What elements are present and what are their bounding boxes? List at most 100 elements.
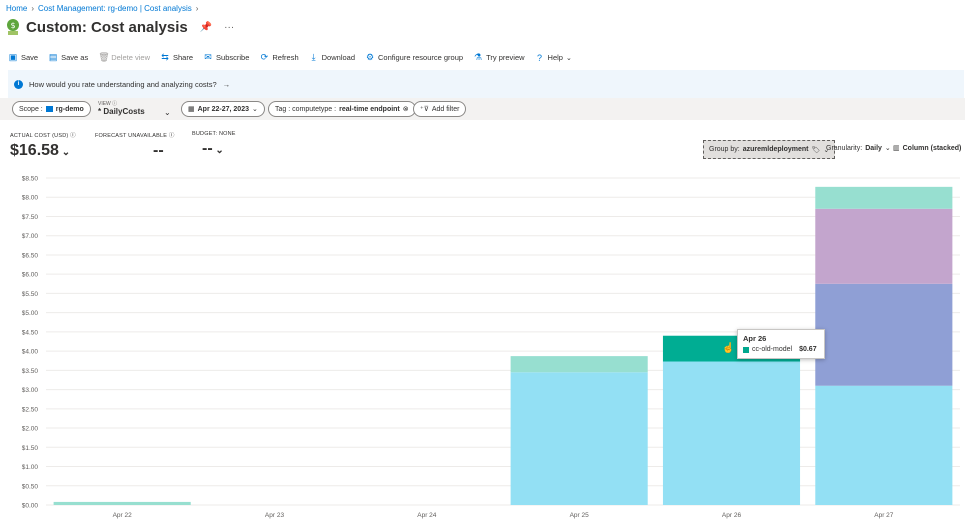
chevron-down-icon[interactable]: ⌄ [59,147,70,158]
group-by-label: Group by: [709,146,740,153]
save-as-icon: ▤ [48,52,58,62]
more-icon[interactable]: ··· [224,22,234,33]
resource-group-icon [45,106,53,112]
scope-label: Scope : [19,105,43,113]
chart-tooltip: Apr 26 cc-old-model $0.67 [737,329,825,359]
y-tick-label: $8.50 [22,176,39,183]
page-title: Custom: Cost analysis [26,18,188,36]
y-tick-label: $1.50 [22,445,39,452]
bar-segment [662,361,801,505]
y-tick-label: $3.50 [22,368,39,375]
arrow-right-icon[interactable]: → [223,80,231,89]
flask-icon: ⚗ [474,52,483,62]
feedback-text[interactable]: How would you rate understanding and ana… [29,80,217,89]
x-tick-label: Apr 27 [874,512,894,519]
try-preview-button[interactable]: ⚗ Try preview [473,52,525,63]
share-icon: ⇆ [161,52,169,62]
title-row: $ Custom: Cost analysis 📌 ··· [6,18,234,36]
actual-cost-value: $16.58 [10,142,59,159]
subscribe-button[interactable]: ✉ Subscribe [203,52,249,63]
tag-filter-pill[interactable]: Tag : computetype : real-time endpoint ⊗ [268,101,416,117]
chevron-right-icon: › [195,4,199,13]
configure-resource-group-button[interactable]: ⚙ Configure resource group [365,52,463,63]
granularity-value: Daily [865,144,882,152]
view-selector[interactable]: VIEW ⓘ * DailyCosts ⌄ [98,100,171,117]
chevron-right-icon: › [31,4,35,13]
x-tick-label: Apr 26 [722,512,742,519]
y-tick-label: $7.50 [22,214,39,221]
bar-segment [815,186,953,209]
pin-icon[interactable]: 📌 [200,22,212,33]
y-tick-label: $0.50 [22,483,39,490]
granularity-dropdown[interactable]: Granularity: Daily ⌄ [826,144,891,153]
download-icon: ⤓ [311,52,316,62]
y-tick-label: $6.00 [22,272,39,279]
save-label: Save [21,53,39,62]
chart-type-dropdown[interactable]: ▥ Column (stacked) ⌄ [893,144,965,153]
y-tick-label: $5.00 [22,310,39,317]
bar-segment [510,372,648,505]
hand-cursor-icon: ☝ [722,343,735,354]
download-label: Download [321,53,355,62]
mail-icon: ✉ [204,52,212,62]
y-tick-label: $1.00 [22,464,39,471]
chevron-down-icon: ⌄ [565,54,572,62]
y-tick-label: $8.00 [22,195,39,202]
save-as-button[interactable]: ▤ Save as [48,52,88,63]
actual-cost-kpi: ACTUAL COST (USD) ⓘ $16.58 ⌄ [10,131,76,160]
scope-pill[interactable]: Scope : rg-demo [12,101,91,117]
download-button[interactable]: ⤓ Download [309,52,355,63]
y-tick-label: $0.00 [22,503,39,510]
chevron-down-icon: ⌄ [884,145,891,152]
scope-value: rg-demo [55,105,84,113]
refresh-label: Refresh [272,53,299,62]
trash-icon: 🗑 [98,52,110,62]
info-icon: i [14,79,23,89]
save-as-label: Save as [61,53,89,62]
chevron-down-icon[interactable]: ⌄ [213,145,223,156]
y-tick-label: $4.50 [22,329,39,336]
info-icon: ⓘ [70,133,76,139]
budget-label: BUDGET: NONE [192,131,236,137]
tag-filter-value: real-time endpoint [339,105,400,113]
bar-segment [815,208,953,284]
add-filter-button[interactable]: ⁺⊽ Add filter [413,101,467,117]
chevron-down-icon: ⌄ [252,106,258,113]
cost-management-icon: $ [7,19,19,35]
tag-filter-label: Tag : computetype : [275,105,337,113]
tooltip-series: cc-old-model [752,346,793,353]
delete-view-label: Delete view [111,53,150,62]
help-icon: ? [537,52,543,63]
remove-filter-icon[interactable]: ⊗ [403,105,409,113]
help-button[interactable]: ? Help ⌄ [535,53,572,63]
save-button[interactable]: ▣ Save [8,52,38,63]
share-label: Share [173,53,194,62]
refresh-button[interactable]: ⟳ Refresh [259,52,299,63]
try-preview-label: Try preview [486,53,525,62]
x-tick-label: Apr 24 [417,512,437,519]
tooltip-value: $0.67 [799,346,817,353]
share-button[interactable]: ⇆ Share [160,52,193,63]
date-range-pill[interactable]: ▦ Apr 22-27, 2023 ⌄ [181,101,265,117]
subscribe-label: Subscribe [216,53,250,62]
y-tick-label: $7.00 [22,233,39,240]
forecast-value: -- [153,142,164,159]
column-chart-icon: ▥ [893,145,900,152]
y-tick-label: $4.00 [22,349,39,356]
feedback-banner: i How would you rate understanding and a… [8,70,964,98]
chevron-down-icon: ⌄ [164,108,171,117]
help-label: Help [547,53,563,62]
command-bar: ▣ Save ▤ Save as 🗑 Delete view ⇆ Share ✉ Subs… [8,52,572,63]
group-by-dropdown[interactable]: Group by: azuremldeployment 🏷 ⌄ [703,140,836,159]
x-tick-label: Apr 22 [113,512,133,519]
breadcrumb: Home › Cost Management: rg-demo | Cost a… [6,4,198,13]
tag-icon: 🏷 [811,146,821,154]
refresh-icon: ⟳ [260,52,269,62]
y-tick-label: $3.00 [22,387,39,394]
breadcrumb-cost-management[interactable]: Cost Management: rg-demo | Cost analysis [38,4,192,13]
add-filter-icon: ⁺⊽ [420,106,429,113]
breadcrumb-home[interactable]: Home [6,4,27,13]
forecast-kpi: FORECAST UNAVAILABLE ⓘ -- [95,131,175,160]
view-value: * DailyCosts [98,107,145,116]
delete-view-button[interactable]: 🗑 Delete view [98,52,150,63]
